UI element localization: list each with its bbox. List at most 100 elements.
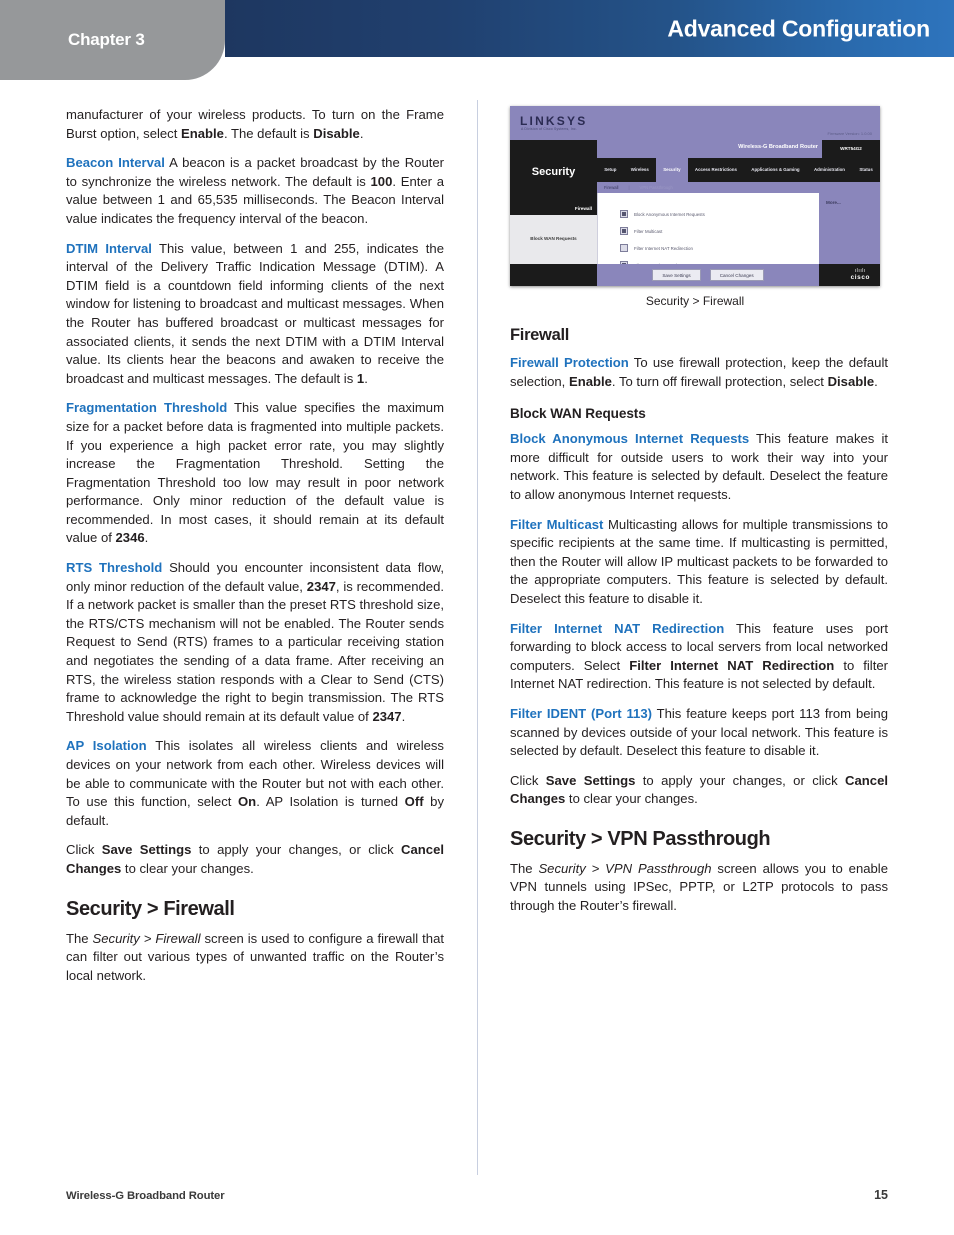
text-bold: 2347	[306, 578, 336, 594]
text-run: .	[144, 530, 149, 546]
tab-wireless[interactable]: Wireless	[624, 167, 656, 172]
linksys-logo: LINKSYS	[520, 114, 588, 128]
text-bold: Disable	[313, 125, 360, 141]
left-panel-heading-bar: Firewall	[510, 202, 597, 215]
router-ui-help-panel: More...	[819, 193, 880, 264]
text-bold: Disable	[827, 373, 875, 389]
term-label: Filter Internet NAT Redirection	[510, 620, 725, 636]
chapter-tab: Chapter 3	[0, 0, 225, 80]
column-divider	[477, 100, 478, 1175]
paragraph-dtim-interval: DTIM Interval This value, between 1 and …	[66, 240, 444, 389]
term-label: AP Isolation	[66, 738, 147, 754]
router-ui-tab-bar: Setup Wireless Security Access Restricti…	[597, 158, 880, 182]
figure-security-firewall: LINKSYS A Division of Cisco Systems, Inc…	[510, 106, 888, 309]
right-column: LINKSYS A Division of Cisco Systems, Inc…	[510, 106, 888, 916]
checkbox-block-anonymous[interactable]	[620, 210, 628, 218]
paragraph-rts-threshold: RTS Threshold Should you encounter incon…	[66, 559, 444, 726]
text-bold: Save Settings	[101, 842, 192, 858]
tab-administration[interactable]: Administration	[807, 167, 852, 172]
checkbox-row-filter-nat-redirection[interactable]: Filter Internet NAT Redirection	[620, 244, 705, 252]
text-bold: On	[238, 794, 257, 810]
text-run: Click	[66, 842, 102, 858]
text-run: .	[364, 370, 368, 386]
checkbox-row-block-anonymous[interactable]: Block Anonymous Internet Requests	[620, 210, 705, 218]
text-run: to apply your changes, or click	[635, 772, 846, 788]
heading-security-firewall: Security > Firewall	[66, 897, 235, 920]
router-ui-header: LINKSYS A Division of Cisco Systems, Inc…	[510, 106, 880, 140]
subtab-separator: |	[628, 185, 630, 190]
term-label: DTIM Interval	[66, 240, 152, 256]
save-settings-button[interactable]: Save Settings	[652, 269, 701, 281]
paragraph-save-note-left: Click Save Settings to apply your change…	[66, 841, 444, 878]
text-italic: Security > Firewall	[92, 930, 201, 946]
router-ui-button-bar: Save Settings Cancel Changes	[597, 264, 819, 286]
subtab-firewall[interactable]: Firewall	[597, 185, 625, 190]
footer-page-number: 15	[874, 1188, 888, 1202]
header-banner: Advanced Configuration	[225, 0, 954, 57]
text-bold: Off	[404, 794, 424, 810]
term-label: Fragmentation Threshold	[66, 400, 228, 416]
page-footer: Wireless-G Broadband Router 15	[66, 1188, 888, 1202]
text-run: . To turn off firewall protection, selec…	[611, 373, 828, 389]
router-ui-main-panel: Block Anonymous Internet Requests Filter…	[597, 193, 820, 269]
router-ui-screenshot: LINKSYS A Division of Cisco Systems, Inc…	[510, 106, 880, 286]
left-panel-subheading: Block WAN Requests	[530, 236, 577, 241]
paragraph-filter-multicast: Filter Multicast Multicasting allows for…	[510, 516, 888, 609]
text-bold: Save Settings	[545, 772, 636, 788]
tab-applications-gaming[interactable]: Applications & Gaming	[744, 167, 807, 172]
text-bold: 2347	[372, 708, 402, 724]
text-run: .	[359, 125, 364, 141]
checkbox-row-filter-multicast[interactable]: Filter Multicast	[620, 227, 705, 235]
text-run: to clear your changes.	[565, 791, 698, 807]
text-run: .	[874, 373, 878, 389]
page-title: Advanced Configuration	[667, 15, 930, 41]
tab-security[interactable]: Security	[656, 158, 688, 182]
term-label: Filter Multicast	[510, 516, 604, 532]
paragraph-beacon-interval: Beacon Interval A beacon is a packet bro…	[66, 154, 444, 228]
cancel-changes-button[interactable]: Cancel Changes	[709, 269, 764, 281]
text-bold: Enable	[568, 373, 612, 389]
paragraph-save-note-right: Click Save Settings to apply your change…	[510, 772, 888, 809]
device-name-label: Wireless-G Broadband Router	[738, 144, 818, 150]
tab-setup[interactable]: Setup	[597, 167, 624, 172]
text-bold: Enable	[181, 125, 224, 141]
text-run: The	[66, 930, 93, 946]
device-model-label: WRT54G2	[840, 146, 862, 151]
checkbox-filter-nat-redirection[interactable]	[620, 244, 628, 252]
term-label: Filter IDENT (Port 113)	[510, 705, 652, 721]
checkbox-label-filter-multicast: Filter Multicast	[634, 228, 663, 234]
cisco-wordmark: cisco	[850, 274, 870, 281]
footer-product-name: Wireless-G Broadband Router	[66, 1190, 225, 1202]
text-run: This value, between 1 and 255, indicates…	[66, 240, 444, 386]
paragraph-fragmentation-threshold: Fragmentation Threshold This value speci…	[66, 399, 444, 548]
text-bold: 100	[370, 173, 393, 189]
page-header: Advanced Configuration Chapter 3	[0, 0, 954, 90]
text-run: . The default is	[223, 125, 314, 141]
device-model-badge: WRT54G2	[822, 140, 880, 158]
subtab-vpn-passthrough[interactable]: VPN Passthrough	[633, 185, 680, 190]
text-bold: Filter Internet NAT Redirection	[629, 657, 835, 673]
paragraph-filter-nat-redirection: Filter Internet NAT Redirection This fea…	[510, 620, 888, 694]
term-label: Block Anonymous Internet Requests	[510, 431, 750, 447]
term-label: Firewall Protection	[510, 355, 629, 370]
text-run: Click	[510, 772, 546, 788]
tab-status[interactable]: Status	[852, 167, 880, 172]
paragraph-ap-isolation: AP Isolation This isolates all wireless …	[66, 737, 444, 830]
paragraph-security-firewall-intro: The Security > Firewall screen is used t…	[66, 930, 444, 986]
paragraph-filter-ident: Filter IDENT (Port 113) This feature kee…	[510, 705, 888, 761]
checkbox-filter-multicast[interactable]	[620, 227, 628, 235]
text-run: This value specifies the maximum size fo…	[66, 400, 444, 546]
help-more-link[interactable]: More...	[826, 200, 841, 205]
paragraph-vpn-intro: The Security > VPN Passthrough screen al…	[510, 860, 888, 916]
tab-access-restrictions[interactable]: Access Restrictions	[688, 167, 744, 172]
text-run: .	[401, 708, 406, 724]
firmware-version: Firmware Version: 1.0.00	[827, 131, 872, 136]
left-column: manufacturer of your wireless products. …	[66, 106, 444, 985]
cisco-logo: ılıılı cisco	[851, 268, 870, 281]
linksys-logo-subtitle: A Division of Cisco Systems, Inc.	[521, 127, 577, 131]
text-bold: 2346	[115, 530, 145, 546]
left-panel-heading: Firewall	[574, 206, 592, 211]
heading-block-wan-requests: Block WAN Requests	[510, 406, 646, 422]
text-run: The	[510, 860, 539, 876]
text-run: to clear your changes.	[121, 860, 254, 876]
